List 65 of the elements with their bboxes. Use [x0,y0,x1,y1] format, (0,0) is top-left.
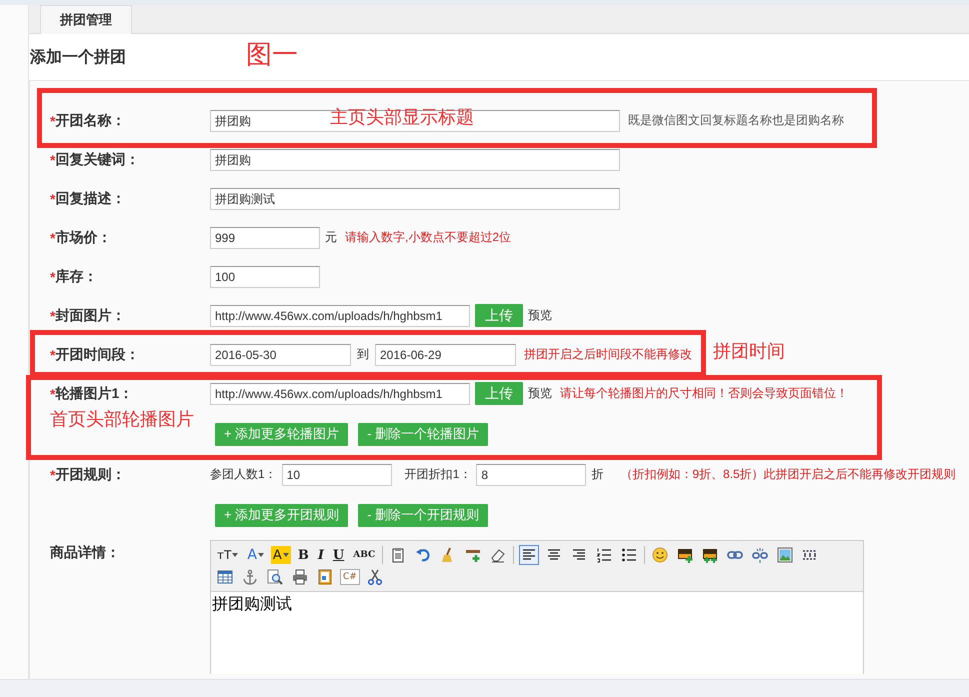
required-mark: * [50,190,56,206]
url-field[interactable]: http://www.456wx.com/uploads/h/hghbsm1 [210,382,470,404]
printer-icon[interactable] [290,567,310,587]
range-separator: 到 [357,346,369,363]
page-title: 添加一个拼团 [30,48,126,68]
field-label: 开团名称： [55,112,126,130]
text-field[interactable]: 100 [210,266,320,288]
annotation-text: 图一 [246,40,298,72]
end-date-field[interactable]: 2016-06-29 [375,344,516,366]
rule-field[interactable]: 8 [476,464,586,486]
bold-button[interactable]: B [296,546,311,564]
url-field[interactable]: http://www.456wx.com/uploads/h/hghbsm1 [210,304,470,326]
rule-field[interactable]: 10 [282,464,392,486]
font-color-button[interactable]: A [245,546,266,564]
field-label: 回复描述： [55,190,126,208]
required-mark: * [50,386,56,402]
required-mark: * [50,466,56,482]
rule-field-label: 参团人数1： [210,466,277,483]
editor-content[interactable]: 拼团购测试 [211,592,863,674]
rule-field-label: 开团折扣1： [404,466,472,483]
italic-button[interactable]: I [316,546,326,564]
text-field[interactable]: 999 [210,226,320,248]
field-label: 开团规则： [55,466,126,484]
start-date-field[interactable]: 2016-05-30 [210,344,351,366]
hint-text: 既是微信图文回复标题名称也是团购名称 [628,112,844,129]
hint-text: 请输入数字,小数点不要超过2位 [345,229,512,246]
annotation-text: 首页头部轮播图片 [50,409,194,431]
field-label: 市场价： [55,228,112,246]
preview-link[interactable]: 预览 [528,307,552,324]
caret-icon [232,553,238,557]
required-mark: * [50,308,56,324]
preview-icon[interactable] [265,567,285,587]
highlight-button[interactable]: A [270,546,291,564]
align-left-icon[interactable] [519,545,540,565]
font-size-button[interactable]: тT [215,546,240,564]
unit-label: 折 [591,466,604,483]
unit-label: 元 [325,229,337,246]
smiley-icon[interactable] [650,545,670,565]
field-label: 库存： [55,268,98,286]
required-mark: * [50,152,56,168]
field-label: 轮播图片1： [55,384,134,402]
preview-link[interactable]: 预览 [528,385,552,402]
image-icon[interactable] [775,545,796,565]
required-mark: * [50,230,56,246]
text-field[interactable]: 拼团购 [210,148,620,170]
hint-text: 请让每个轮播图片的尺寸相同！否则会导致页面错位！ [560,385,848,402]
required-mark: * [50,346,56,362]
required-mark: * [50,268,56,284]
field-label: 商品详情： [50,544,120,562]
code-button[interactable]: C# [340,569,360,585]
required-mark: * [50,112,56,128]
caret-icon [282,553,289,557]
strikethrough-button[interactable]: ABC [351,546,378,564]
tab[interactable]: 拼团管理 [40,5,132,34]
caret-icon [258,553,264,557]
unlink-icon[interactable] [750,545,770,565]
hint-text: 拼团开启之后时间段不能再修改 [524,346,692,363]
field-label: 开团时间段： [55,346,140,364]
annotation-text: 拼团时间 [713,341,785,363]
field-label: 回复关键词： [55,150,140,168]
annotation-text: 主页头部显示标题 [330,107,474,129]
hint-text: （折扣例如：9折、8.5折）此拼团开启之后不能再修改开团规则 [620,466,956,483]
text-field[interactable]: 拼团购测试 [210,188,620,210]
field-label: 封面图片： [55,306,126,324]
underline-button[interactable]: U [330,546,346,564]
